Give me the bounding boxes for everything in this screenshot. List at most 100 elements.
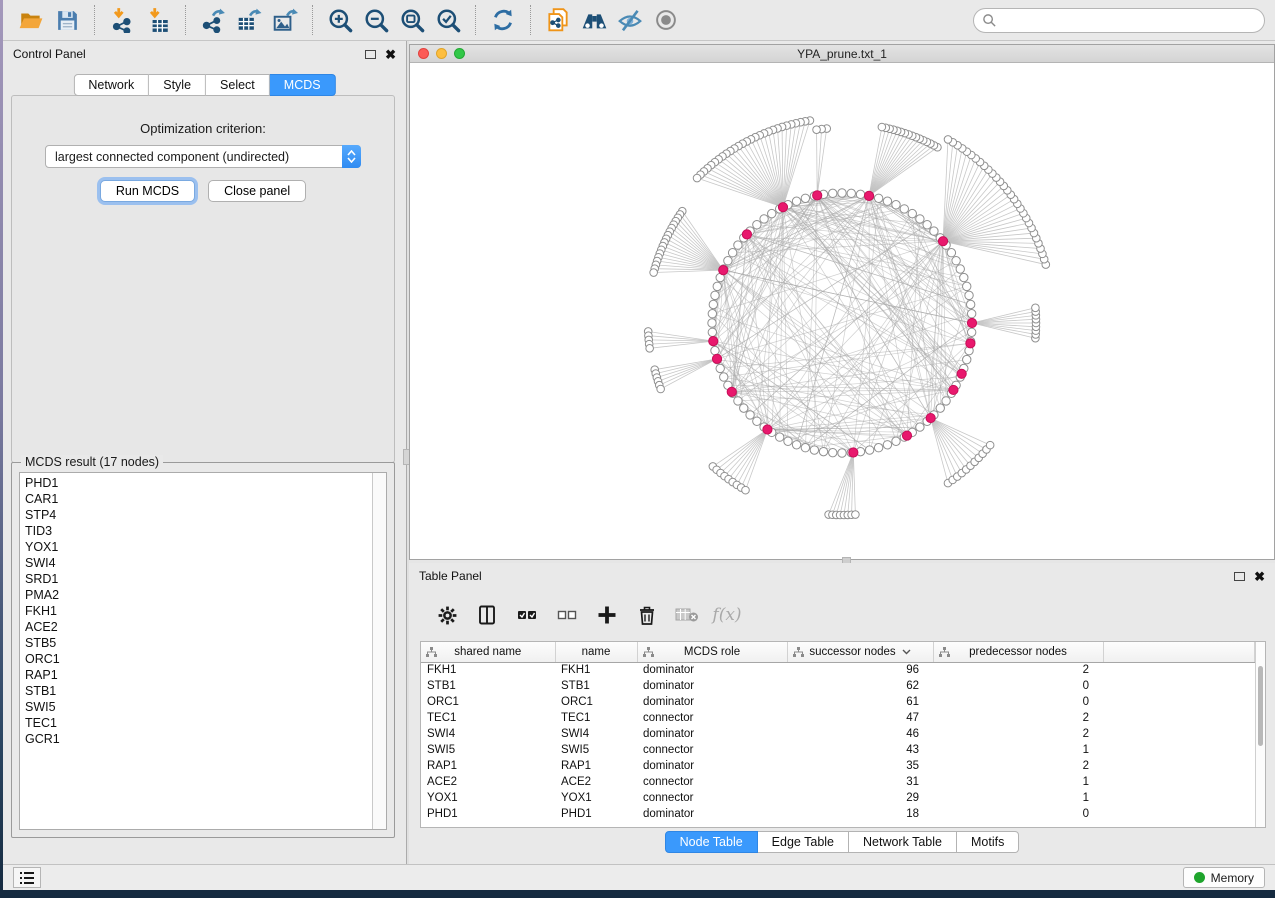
cell-succ[interactable]: 31 bbox=[787, 774, 933, 790]
graph-hub-node[interactable] bbox=[864, 191, 873, 200]
cell-role[interactable]: connector bbox=[637, 774, 787, 790]
table-row[interactable]: ACE2ACE2connector311 bbox=[421, 774, 1254, 790]
graph-hub-node[interactable] bbox=[966, 339, 975, 348]
graph-node[interactable] bbox=[963, 355, 971, 363]
graph-hub-node[interactable] bbox=[967, 318, 976, 327]
mcds-result-item[interactable]: PMA2 bbox=[25, 587, 372, 603]
cell-succ[interactable]: 29 bbox=[787, 790, 933, 806]
clone-network-button[interactable] bbox=[540, 3, 576, 37]
cell-shared[interactable]: SWI4 bbox=[421, 726, 555, 742]
run-mcds-button[interactable]: Run MCDS bbox=[100, 180, 195, 202]
graph-node[interactable] bbox=[801, 444, 809, 452]
export-table-button[interactable] bbox=[231, 3, 267, 37]
table-settings-button[interactable] bbox=[432, 600, 462, 630]
mcds-result-item[interactable]: TID3 bbox=[25, 523, 372, 539]
graph-hub-node[interactable] bbox=[742, 230, 751, 239]
graph-node[interactable] bbox=[646, 345, 654, 353]
table-row[interactable]: FKH1FKH1dominator962 bbox=[421, 662, 1254, 678]
cell-succ[interactable]: 62 bbox=[787, 678, 933, 694]
cell-pred[interactable]: 2 bbox=[933, 758, 1103, 774]
cell-shared[interactable]: YOX1 bbox=[421, 790, 555, 806]
graph-node[interactable] bbox=[900, 205, 908, 213]
graph-hub-node[interactable] bbox=[902, 431, 911, 440]
cell-name[interactable]: YOX1 bbox=[555, 790, 637, 806]
float-panel-icon[interactable] bbox=[365, 50, 376, 59]
select-all-button[interactable] bbox=[512, 600, 542, 630]
network-canvas[interactable] bbox=[410, 63, 1274, 559]
hide-selected-button[interactable] bbox=[612, 3, 648, 37]
graph-node[interactable] bbox=[956, 265, 964, 273]
deselect-all-button[interactable] bbox=[552, 600, 582, 630]
search-binoculars-button[interactable] bbox=[576, 3, 612, 37]
tab-network[interactable]: Network bbox=[73, 74, 149, 96]
cell-name[interactable]: ORC1 bbox=[555, 694, 637, 710]
show-all-button[interactable] bbox=[648, 3, 684, 37]
graph-node[interactable] bbox=[838, 449, 846, 457]
cell-role[interactable]: dominator bbox=[637, 758, 787, 774]
tab-select[interactable]: Select bbox=[206, 74, 270, 96]
cell-shared[interactable]: TEC1 bbox=[421, 710, 555, 726]
graph-node[interactable] bbox=[930, 227, 938, 235]
graph-node[interactable] bbox=[829, 189, 837, 197]
cell-succ[interactable]: 96 bbox=[787, 662, 933, 678]
cell-role[interactable]: dominator bbox=[637, 662, 787, 678]
graph-node[interactable] bbox=[784, 437, 792, 445]
graph-node[interactable] bbox=[734, 397, 742, 405]
network-graph[interactable] bbox=[410, 63, 1274, 559]
graph-node[interactable] bbox=[963, 282, 971, 290]
mcds-result-item[interactable]: STB1 bbox=[25, 683, 372, 699]
graph-hub-node[interactable] bbox=[763, 425, 772, 434]
cell-pred[interactable]: 2 bbox=[933, 710, 1103, 726]
graph-node[interactable] bbox=[746, 411, 754, 419]
float-panel-icon[interactable] bbox=[1234, 572, 1245, 581]
zoom-out-button[interactable] bbox=[358, 3, 394, 37]
graph-node[interactable] bbox=[775, 433, 783, 441]
column-header-successor-nodes[interactable]: successor nodes bbox=[787, 642, 933, 662]
refresh-view-button[interactable] bbox=[485, 3, 521, 37]
close-panel-button[interactable]: Close panel bbox=[208, 180, 306, 202]
graph-node[interactable] bbox=[819, 447, 827, 455]
delete-column-button[interactable] bbox=[632, 600, 662, 630]
mcds-result-item[interactable]: STB5 bbox=[25, 635, 372, 651]
column-header-MCDS-role[interactable]: MCDS role bbox=[637, 642, 787, 662]
cell-pred[interactable]: 1 bbox=[933, 774, 1103, 790]
graph-node[interactable] bbox=[874, 194, 882, 202]
memory-button[interactable]: Memory bbox=[1183, 867, 1265, 888]
cell-pred[interactable]: 0 bbox=[933, 694, 1103, 710]
mcds-result-item[interactable]: YOX1 bbox=[25, 539, 372, 555]
cell-succ[interactable]: 43 bbox=[787, 742, 933, 758]
mcds-result-item[interactable]: CAR1 bbox=[25, 491, 372, 507]
cell-name[interactable]: RAP1 bbox=[555, 758, 637, 774]
graph-node[interactable] bbox=[865, 446, 873, 454]
graph-hub-node[interactable] bbox=[926, 413, 935, 422]
cell-succ[interactable]: 35 bbox=[787, 758, 933, 774]
cell-role[interactable]: dominator bbox=[637, 806, 787, 822]
graph-node[interactable] bbox=[760, 215, 768, 223]
cell-pred[interactable]: 0 bbox=[933, 678, 1103, 694]
cell-name[interactable]: PHD1 bbox=[555, 806, 637, 822]
graph-node[interactable] bbox=[944, 136, 952, 144]
graph-node[interactable] bbox=[936, 404, 944, 412]
cell-succ[interactable]: 47 bbox=[787, 710, 933, 726]
cell-role[interactable]: dominator bbox=[637, 726, 787, 742]
graph-hub-node[interactable] bbox=[938, 237, 947, 246]
graph-node[interactable] bbox=[967, 328, 975, 336]
cell-pred[interactable]: 1 bbox=[933, 790, 1103, 806]
graph-node[interactable] bbox=[813, 126, 821, 134]
graph-node[interactable] bbox=[792, 441, 800, 449]
graph-node[interactable] bbox=[952, 256, 960, 264]
graph-hub-node[interactable] bbox=[849, 448, 858, 457]
graph-node[interactable] bbox=[965, 291, 973, 299]
graph-node[interactable] bbox=[792, 197, 800, 205]
mcds-result-item[interactable]: SRD1 bbox=[25, 571, 372, 587]
table-row[interactable]: YOX1YOX1connector291 bbox=[421, 790, 1254, 806]
graph-node[interactable] bbox=[753, 221, 761, 229]
graph-node[interactable] bbox=[852, 511, 860, 519]
graph-node[interactable] bbox=[693, 174, 701, 182]
search-input[interactable] bbox=[997, 13, 1256, 27]
table-row[interactable]: ORC1ORC1dominator610 bbox=[421, 694, 1254, 710]
mcds-result-item[interactable]: ORC1 bbox=[25, 651, 372, 667]
graph-node[interactable] bbox=[856, 190, 864, 198]
graph-node[interactable] bbox=[883, 197, 891, 205]
graph-node[interactable] bbox=[838, 189, 846, 197]
